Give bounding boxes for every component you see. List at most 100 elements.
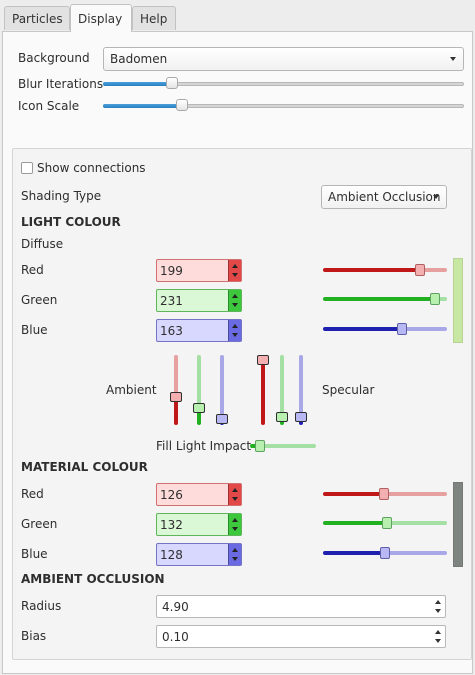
material-blue-slider[interactable] [323,547,447,559]
arrow-up-icon[interactable] [435,630,441,634]
slider-handle[interactable] [170,392,182,402]
slider-track [323,268,447,272]
spinbox-value[interactable]: 163 [160,324,183,338]
arrow-up-icon[interactable] [435,600,441,604]
spinbox-value[interactable]: 126 [160,488,183,502]
arrow-up-icon[interactable] [232,518,238,522]
specular-blue-slider[interactable] [295,355,307,425]
shading-type-label: Shading Type [21,189,102,203]
arrow-down-icon[interactable] [232,497,238,501]
slider-handle[interactable] [380,547,391,559]
light-colour-swatch [453,258,463,343]
specular-red-slider[interactable] [257,355,269,425]
spinbox-value[interactable]: 199 [160,264,183,278]
spinbox-value[interactable]: 128 [160,548,183,562]
material-green-slider[interactable] [323,517,447,529]
material-blue-label: Blue [21,547,48,561]
light-blue-spinbox[interactable]: 163 [156,319,242,342]
arrow-up-icon[interactable] [232,548,238,552]
fill-light-label: Fill Light Impact [156,439,252,453]
slider-fill [103,82,172,86]
slider-handle[interactable] [430,293,441,305]
specular-label: Specular [322,383,375,397]
slider-handle[interactable] [165,77,178,89]
material-green-spinbox[interactable]: 132 [156,513,242,536]
specular-green-slider[interactable] [276,355,288,425]
tab-particles[interactable]: Particles [4,6,70,30]
shading-type-select[interactable]: Ambient Occlusion [321,185,447,209]
arrow-down-icon[interactable] [232,333,238,337]
light-red-slider[interactable] [323,264,447,276]
spinbox-buttons[interactable] [433,596,443,617]
slider-handle[interactable] [379,488,390,500]
material-red-spinbox[interactable]: 126 [156,483,242,506]
chevron-down-icon [433,195,439,199]
arrow-down-icon[interactable] [232,557,238,561]
background-select-value: Badomen [110,52,168,66]
spinbox-value[interactable]: 0.10 [162,630,189,644]
spinbox-value[interactable]: 4.90 [162,600,189,614]
radius-label: Radius [21,599,62,613]
background-label: Background [18,51,90,65]
slider-track [261,355,265,425]
blur-iterations-slider[interactable] [103,77,464,91]
spinbox-buttons[interactable] [228,320,241,341]
show-connections-checkbox[interactable] [21,162,33,174]
material-blue-spinbox[interactable]: 128 [156,543,242,566]
spinbox-buttons[interactable] [228,514,241,535]
bias-label: Bias [21,629,47,643]
slider-handle[interactable] [254,440,265,452]
slider-handle[interactable] [176,99,189,111]
ambient-blue-slider[interactable] [216,355,228,425]
ambient-red-slider[interactable] [170,355,182,425]
arrow-down-icon[interactable] [232,273,238,277]
slider-track [323,327,447,331]
light-green-spinbox[interactable]: 231 [156,289,242,312]
chevron-down-icon [450,57,456,61]
material-red-slider[interactable] [323,488,447,500]
spinbox-buttons[interactable] [228,544,241,565]
arrow-up-icon[interactable] [232,324,238,328]
slider-track [174,355,178,425]
radius-spinbox[interactable]: 4.90 [156,595,446,618]
slider-handle[interactable] [257,355,269,365]
slider-handle[interactable] [295,411,307,422]
tab-display[interactable]: Display [70,4,132,32]
spinbox-value[interactable]: 132 [160,518,183,532]
ambient-occlusion-header: AMBIENT OCCLUSION [21,572,165,586]
background-select[interactable]: Badomen [103,47,464,71]
slider-handle[interactable] [276,411,288,422]
light-green-slider[interactable] [323,293,447,305]
spinbox-buttons[interactable] [433,626,443,647]
icon-scale-slider[interactable] [103,99,464,113]
light-red-label: Red [21,263,44,277]
slider-handle[interactable] [414,264,425,276]
light-blue-slider[interactable] [323,323,447,335]
arrow-down-icon[interactable] [435,639,441,643]
spinbox-buttons[interactable] [228,260,241,281]
bias-spinbox[interactable]: 0.10 [156,625,446,648]
arrow-down-icon[interactable] [435,609,441,613]
material-colour-header: MATERIAL COLOUR [21,460,148,474]
ambient-green-slider[interactable] [193,355,205,425]
material-green-label: Green [21,517,58,531]
arrow-up-icon[interactable] [232,294,238,298]
slider-handle[interactable] [397,323,408,335]
slider-handle[interactable] [216,414,228,425]
arrow-up-icon[interactable] [232,488,238,492]
arrow-down-icon[interactable] [232,303,238,307]
arrow-up-icon[interactable] [232,264,238,268]
spinbox-value[interactable]: 231 [160,294,183,308]
tab-bar: Particles Display Help [0,0,475,32]
arrow-down-icon[interactable] [232,527,238,531]
slider-handle[interactable] [382,517,393,529]
fill-light-slider[interactable] [250,440,316,452]
light-red-spinbox[interactable]: 199 [156,259,242,282]
spinbox-buttons[interactable] [228,290,241,311]
light-green-label: Green [21,293,58,307]
slider-fill [103,104,183,108]
spinbox-buttons[interactable] [228,484,241,505]
slider-handle[interactable] [193,402,205,413]
tab-help[interactable]: Help [132,6,176,30]
show-connections-label[interactable]: Show connections [37,161,146,175]
